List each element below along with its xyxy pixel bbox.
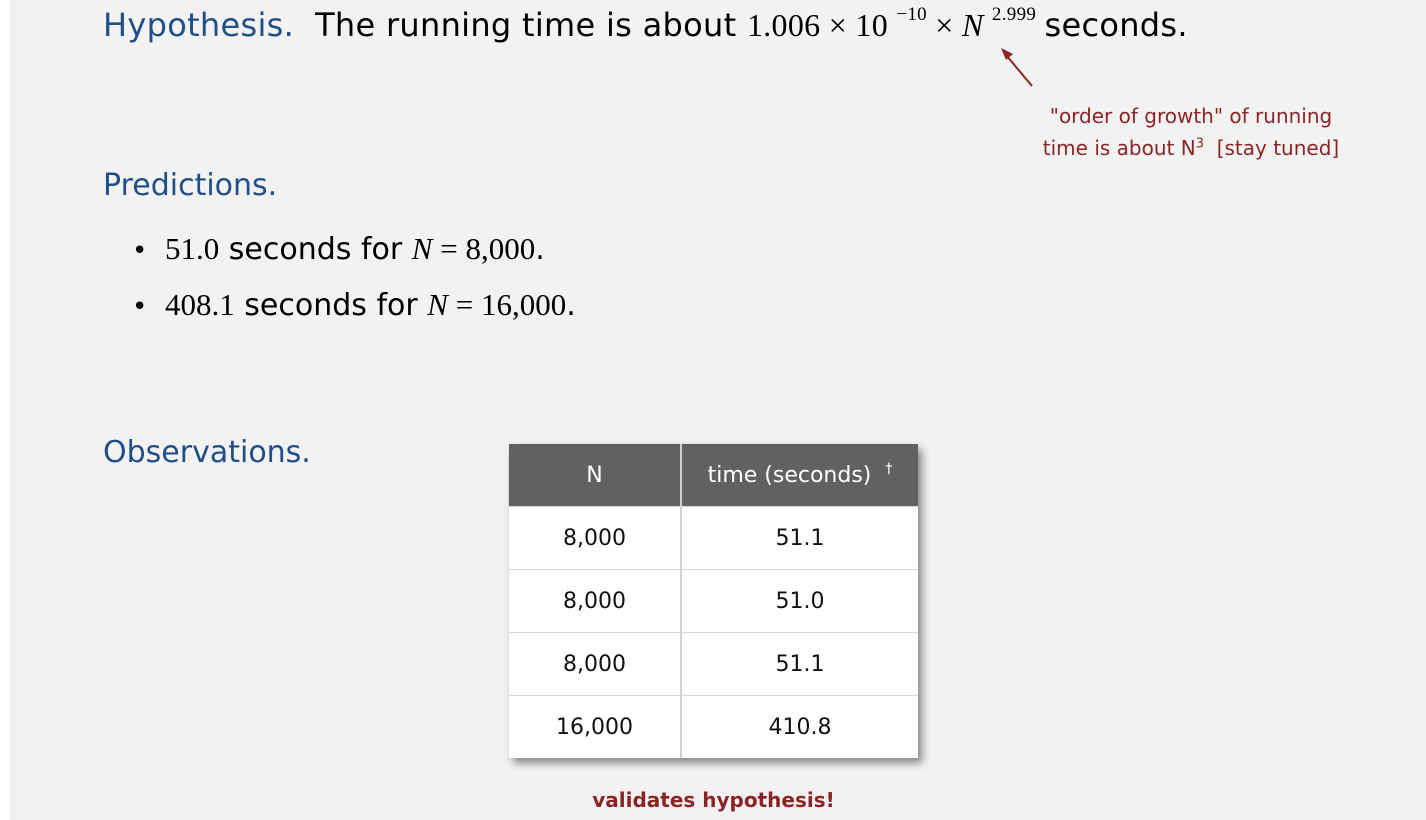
cell-n: 8,000 bbox=[509, 569, 682, 633]
formula-times-2: × bbox=[935, 7, 954, 43]
prediction-value: 51.0 bbox=[165, 231, 220, 266]
prediction-n: 16,000 bbox=[480, 287, 567, 322]
annotation-exponent: 3 bbox=[1195, 136, 1204, 152]
annotation-line-1: "order of growth" of running bbox=[1049, 104, 1333, 128]
prediction-n: 8,000 bbox=[465, 231, 536, 266]
observations-heading: Observations. bbox=[103, 435, 311, 470]
prediction-value: 408.1 bbox=[165, 287, 235, 322]
formula-exponent-2: 2.999 bbox=[991, 4, 1037, 26]
cell-time: 51.0 bbox=[681, 569, 918, 633]
prediction-formula: N = 16,000 bbox=[427, 287, 566, 322]
predictions-list: • 51.0 seconds for N = 8,000. • 408.1 seco… bbox=[132, 222, 576, 334]
formula-times-1: × bbox=[828, 7, 848, 43]
table-row: 8,000 51.1 bbox=[509, 632, 918, 696]
header-time: time (seconds) † bbox=[681, 444, 918, 507]
prediction-variable: N bbox=[427, 287, 448, 322]
table-row: 8,000 51.1 bbox=[509, 506, 918, 570]
prediction-text: seconds for bbox=[244, 288, 418, 323]
order-of-growth-annotation: "order of growth" of running time is abo… bbox=[1031, 100, 1351, 164]
header-n: N bbox=[509, 444, 682, 507]
annotation-line-2-prefix: time is about N bbox=[1042, 136, 1196, 160]
bullet: • bbox=[132, 292, 148, 322]
cell-time: 51.1 bbox=[681, 506, 918, 570]
prediction-equals: = bbox=[455, 287, 474, 322]
bullet: • bbox=[132, 236, 148, 266]
annotation-line-2-suffix: [stay tuned] bbox=[1216, 136, 1340, 160]
predictions-heading: Predictions. bbox=[103, 168, 278, 203]
table-row: 8,000 51.0 bbox=[509, 569, 918, 633]
cell-time: 51.1 bbox=[681, 632, 918, 696]
prediction-period: . bbox=[535, 232, 545, 267]
dagger-mark: † bbox=[885, 461, 893, 478]
hypothesis-text-after: seconds. bbox=[1044, 6, 1188, 44]
formula-coefficient: 1.006 bbox=[746, 7, 821, 43]
hypothesis-label: Hypothesis. bbox=[103, 6, 295, 44]
table-row: 16,000 410.8 bbox=[509, 695, 918, 758]
prediction-item: • 51.0 seconds for N = 8,000. bbox=[132, 222, 576, 278]
cell-n: 8,000 bbox=[509, 506, 682, 570]
prediction-equals: = bbox=[440, 231, 458, 266]
validation-caption: validates hypothesis! bbox=[592, 788, 835, 812]
header-n-label: N bbox=[586, 462, 603, 488]
hypothesis-text-before: The running time is about bbox=[315, 6, 737, 44]
cell-n: 8,000 bbox=[509, 632, 682, 696]
formula-base: 10 bbox=[855, 7, 889, 43]
table-header-row: N time (seconds) † bbox=[509, 444, 918, 507]
hypothesis-line: Hypothesis. The running time is about 1.… bbox=[103, 4, 1188, 44]
prediction-formula: N = 8,000 bbox=[412, 231, 535, 266]
prediction-item: • 408.1 seconds for N = 16,000. bbox=[132, 278, 576, 334]
observations-table: N time (seconds) † 8,000 51.1 8,000 51.0 … bbox=[509, 444, 918, 758]
formula-variable: N bbox=[961, 7, 984, 43]
cell-time: 410.8 bbox=[681, 695, 918, 758]
cell-n: 16,000 bbox=[509, 695, 682, 758]
observations-table-container: N time (seconds) † 8,000 51.1 8,000 51.0 … bbox=[509, 444, 918, 758]
prediction-text: seconds for bbox=[228, 232, 403, 267]
prediction-period: . bbox=[566, 288, 576, 323]
annotation-line-2: time is about N3 [stay tuned] bbox=[1031, 132, 1351, 164]
formula-exponent-1: −10 bbox=[896, 4, 927, 26]
annotation-arrow bbox=[1001, 48, 1033, 87]
header-time-label: time (seconds) bbox=[707, 462, 872, 488]
prediction-variable: N bbox=[411, 231, 433, 266]
hypothesis-formula: 1.006 × 10 −10 × N 2.999 bbox=[746, 4, 1045, 43]
